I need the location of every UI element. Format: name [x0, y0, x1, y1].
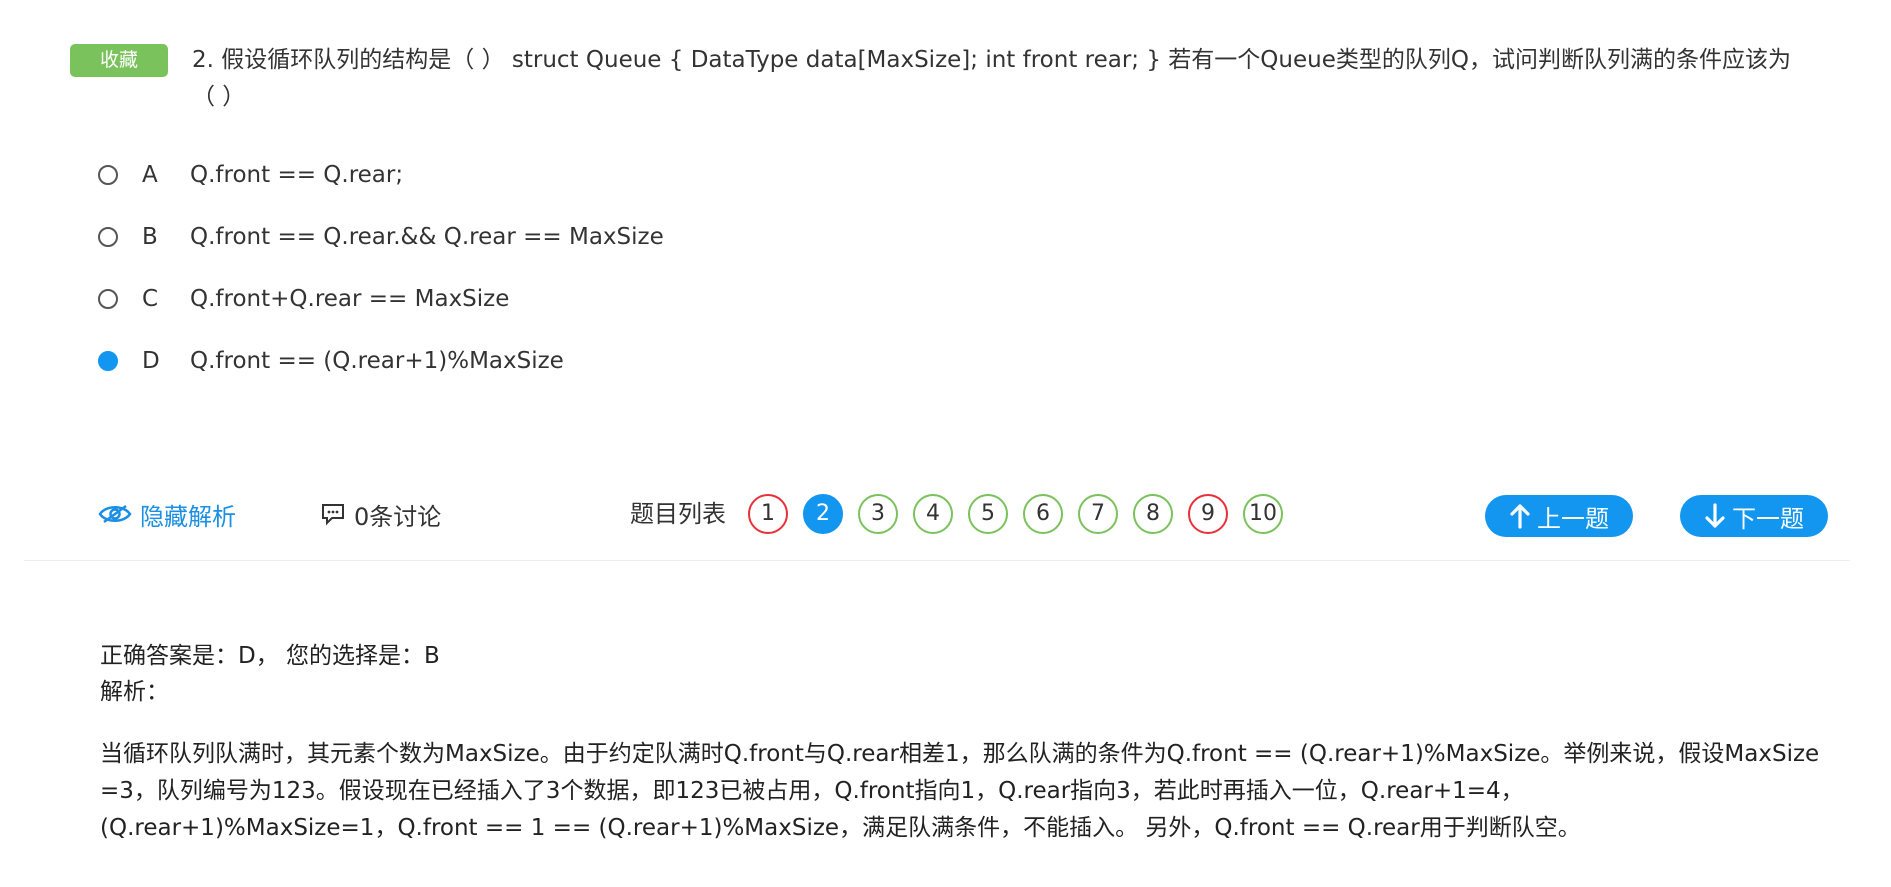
hide-analysis-button[interactable]: 隐藏解析	[98, 494, 236, 534]
analysis-label: 解析：	[100, 679, 169, 705]
question-number-2[interactable]: 2	[803, 494, 843, 534]
option-c[interactable]: C Q.front+Q.rear == MaxSize	[98, 283, 509, 315]
option-letter: C	[142, 286, 159, 312]
answer-result: 正确答案是：D， 您的选择是：B	[100, 643, 440, 669]
option-a[interactable]: A Q.front == Q.rear;	[98, 159, 403, 191]
discussion-label: 0条讨论	[354, 502, 442, 531]
question-number-5[interactable]: 5	[968, 494, 1008, 534]
question-number-10[interactable]: 10	[1243, 494, 1283, 534]
question-number-1[interactable]: 1	[748, 494, 788, 534]
radio-button[interactable]	[98, 227, 118, 247]
option-text: Q.front == Q.rear;	[190, 162, 404, 188]
option-b[interactable]: B Q.front == Q.rear.&& Q.rear == MaxSize	[98, 221, 664, 253]
option-text: Q.front == (Q.rear+1)%MaxSize	[190, 348, 564, 374]
question-number-6[interactable]: 6	[1023, 494, 1063, 534]
next-label: 下一题	[1732, 504, 1804, 533]
arrow-down-icon	[1704, 503, 1726, 529]
question-number-8[interactable]: 8	[1133, 494, 1173, 534]
hide-analysis-label: 隐藏解析	[140, 502, 236, 531]
radio-button[interactable]	[98, 289, 118, 309]
question-text: 2. 假设循环队列的结构是（ ） struct Queue { DataType…	[192, 47, 1791, 110]
option-text: Q.front+Q.rear == MaxSize	[190, 286, 510, 312]
arrow-up-icon	[1509, 503, 1531, 529]
divider	[24, 560, 1850, 561]
previous-question-button[interactable]: 上一题	[1485, 495, 1633, 537]
question-number-3[interactable]: 3	[858, 494, 898, 534]
previous-label: 上一题	[1537, 504, 1609, 533]
option-letter: B	[142, 224, 158, 250]
question-number-7[interactable]: 7	[1078, 494, 1118, 534]
question-number-4[interactable]: 4	[913, 494, 953, 534]
question-number-9[interactable]: 9	[1188, 494, 1228, 534]
option-text: Q.front == Q.rear.&& Q.rear == MaxSize	[190, 224, 664, 250]
question-list-label: 题目列表	[630, 500, 726, 528]
comment-icon	[320, 502, 346, 526]
option-letter: D	[142, 348, 160, 374]
option-d[interactable]: D Q.front == (Q.rear+1)%MaxSize	[98, 345, 564, 377]
radio-button-selected[interactable]	[98, 351, 118, 371]
next-question-button[interactable]: 下一题	[1680, 495, 1828, 537]
eye-icon	[98, 502, 132, 526]
option-letter: A	[142, 162, 158, 188]
analysis-text: 当循环队列队满时，其元素个数为MaxSize。由于约定队满时Q.front与Q.…	[100, 741, 1820, 841]
discussion-button[interactable]: 0条讨论	[320, 494, 441, 534]
radio-button[interactable]	[98, 165, 118, 185]
favorite-button[interactable]: 收藏	[70, 44, 168, 77]
